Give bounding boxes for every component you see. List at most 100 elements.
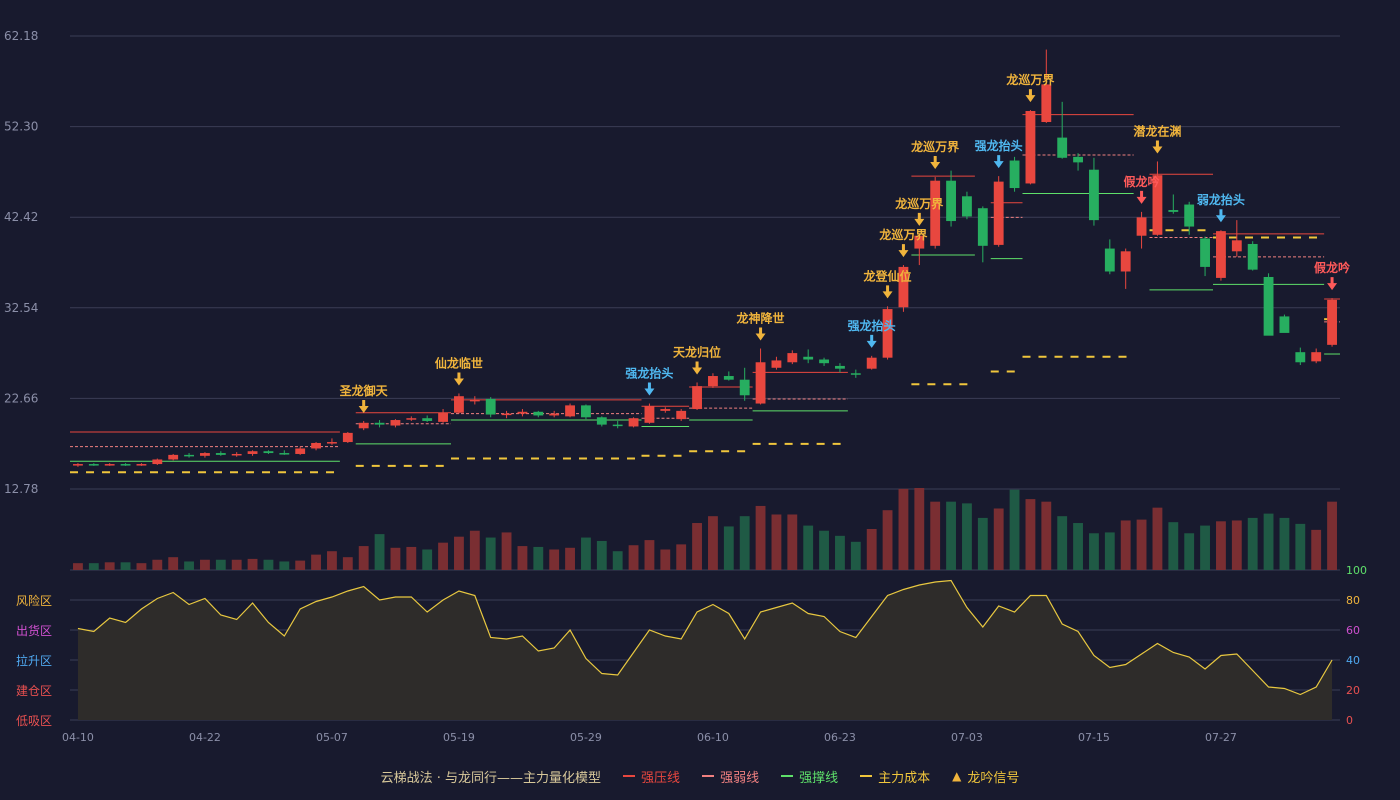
volume-bar — [993, 508, 1004, 570]
signal-arrow-icon — [358, 399, 369, 413]
candle-body — [835, 365, 845, 369]
candle-body — [1136, 217, 1147, 236]
volume-bar — [914, 488, 925, 570]
volume-bar — [628, 545, 639, 570]
legend-item-strong-pressure[interactable]: 强压线 — [623, 767, 680, 786]
volume-bar — [200, 559, 210, 570]
x-tick-label: 04-22 — [189, 731, 221, 744]
risk-area — [77, 580, 1333, 720]
volume-bar — [565, 547, 575, 570]
x-tick-label: 05-19 — [443, 731, 475, 744]
volume-bar — [342, 557, 353, 570]
volume-bar — [168, 557, 179, 570]
volume-bar — [1120, 520, 1131, 570]
x-tick-label: 07-15 — [1078, 731, 1110, 744]
candle-body — [803, 356, 814, 360]
legend-item-main-cost[interactable]: 主力成本 — [860, 767, 930, 786]
candle-body — [454, 396, 464, 413]
candle-body — [168, 454, 179, 460]
signal-label: 潜龙在渊 — [1133, 123, 1181, 138]
chart-legend: 云梯战法 · 与龙同行——主力量化模型 强压线 强弱线 强撑线 主力成本 ▲ 龙… — [0, 766, 1400, 786]
candle-body — [469, 399, 480, 402]
volume-bar — [676, 544, 687, 570]
signal-arrow-icon — [1152, 140, 1163, 154]
candle-body — [374, 422, 385, 425]
signal-label: 强龙抬头 — [625, 366, 673, 381]
risk-zone-label: 拉升区 — [16, 653, 52, 668]
candle-body — [692, 386, 702, 410]
candle-body — [1009, 160, 1020, 189]
volume-bar — [898, 488, 909, 570]
volume-bar — [1231, 520, 1242, 570]
legend-swatch — [781, 775, 794, 777]
volume-bar — [1104, 532, 1115, 570]
candlestick-chart: 12.78 22.66 32.54 42.42 52.30 62.18 0 20 40 60 80 1… — [0, 0, 1400, 800]
signal-label: 龙神降世 — [737, 311, 785, 326]
y-tick-label: 42.42 — [4, 210, 38, 224]
volume-bar — [1279, 517, 1290, 570]
candle-body — [1057, 137, 1068, 158]
volume-bar — [1168, 522, 1179, 570]
volume-bar — [1247, 517, 1258, 570]
risk-tick-label: 40 — [1346, 654, 1360, 667]
candle-body — [311, 442, 321, 449]
legend-item-strong-weak[interactable]: 强弱线 — [702, 767, 759, 786]
signal-label: 圣龙御天 — [339, 383, 389, 398]
y-tick-label: 32.54 — [4, 301, 38, 315]
volume-bar — [708, 516, 718, 570]
x-tick-label: 07-03 — [951, 731, 983, 744]
volume-bar — [469, 530, 480, 570]
candle-body — [977, 208, 988, 246]
legend-swatch — [860, 775, 873, 777]
volume-bar — [88, 563, 99, 570]
legend-swatch — [623, 775, 636, 777]
volume-bar — [660, 549, 671, 570]
volume-bar — [549, 549, 560, 570]
candle-body — [88, 464, 99, 466]
candle-body — [1279, 316, 1290, 333]
candle-body — [993, 181, 1004, 245]
candle-body — [279, 453, 290, 455]
legend-item-strong-support[interactable]: 强撑线 — [781, 767, 838, 786]
volume-bar — [1152, 507, 1163, 570]
signal-label: 弱龙抬头 — [1197, 192, 1245, 207]
signal-label: 仙龙临世 — [435, 355, 483, 370]
volume-bar — [327, 551, 337, 570]
volume-bar — [866, 529, 877, 570]
candle-body — [1025, 111, 1036, 184]
signal-label: 龙巡万界 — [895, 196, 943, 211]
candle-body — [946, 180, 956, 222]
signal-label: 龙登仙位 — [864, 268, 912, 283]
legend-item-dragon-signal[interactable]: ▲ 龙吟信号 — [952, 767, 1019, 786]
risk-zone-label: 风险区 — [16, 593, 52, 608]
candle-body — [708, 376, 718, 387]
volume-bar — [454, 536, 464, 570]
candle-body — [1120, 251, 1131, 272]
volume-bar — [1216, 521, 1226, 570]
legend-swatch — [702, 775, 715, 777]
x-tick-label: 07-27 — [1205, 731, 1237, 744]
y-tick-label: 52.30 — [4, 120, 38, 134]
volume-bar — [930, 501, 941, 570]
volume-bar — [517, 546, 528, 570]
candle-body — [295, 448, 306, 454]
candle-body — [1073, 156, 1083, 163]
volume-bar — [1041, 501, 1052, 570]
chart-canvas: 12.78 22.66 32.54 42.42 52.30 62.18 0 20 40 60 80 1… — [4, 29, 1367, 744]
volume-bar — [152, 559, 163, 570]
candle-body — [104, 464, 115, 466]
candle-body — [422, 418, 433, 421]
candle-body — [676, 410, 687, 420]
candle-body — [866, 357, 877, 369]
signal-label: 天龙归位 — [673, 344, 721, 359]
volume-bar — [1184, 533, 1195, 570]
signal-arrow-icon — [755, 327, 766, 341]
signal-arrow-icon — [1025, 89, 1036, 103]
x-tick-label: 05-29 — [570, 731, 602, 744]
volume-bar — [406, 546, 417, 570]
candle-body — [628, 418, 639, 427]
volume-bar — [279, 561, 290, 570]
candle-body — [1327, 299, 1337, 345]
risk-zone-label: 出货区 — [16, 623, 52, 638]
candle-body — [247, 451, 258, 454]
